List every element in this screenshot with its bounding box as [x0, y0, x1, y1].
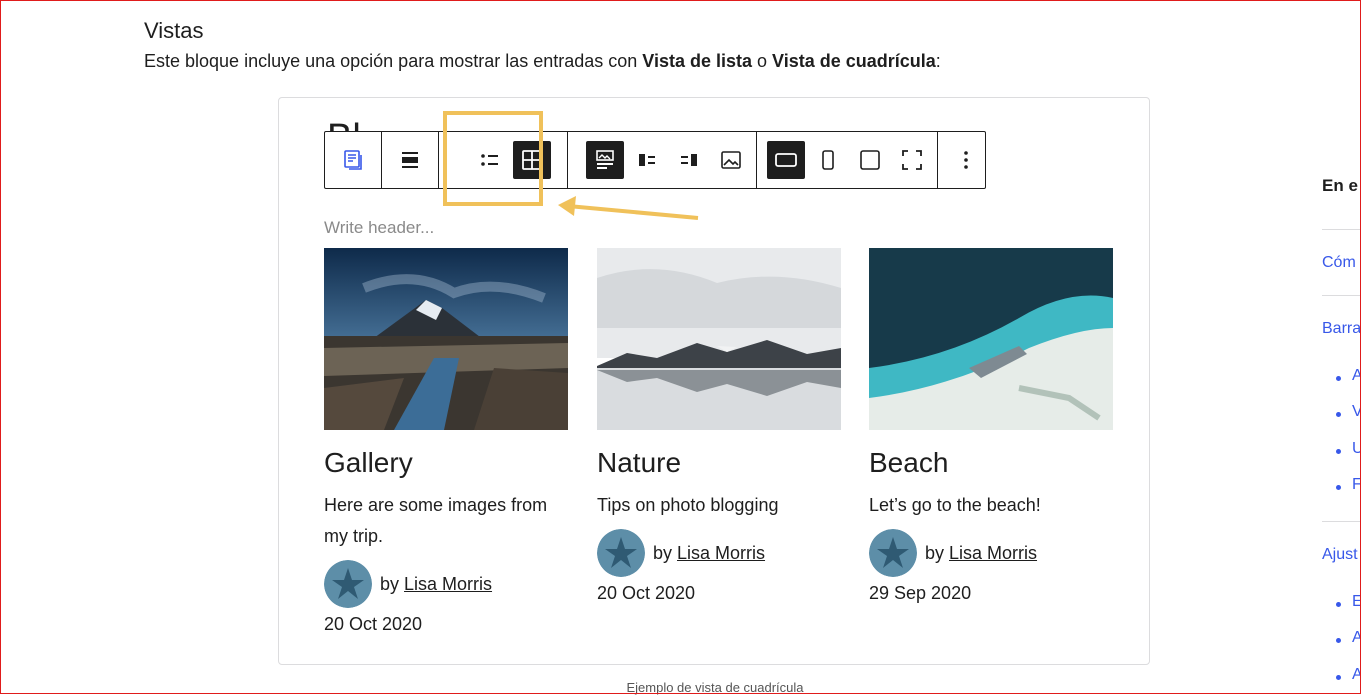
- image-left-icon: [639, 154, 655, 166]
- avatar: [869, 529, 917, 577]
- toolbar-group-aspect: [757, 132, 938, 188]
- block-type-icon: [344, 150, 362, 170]
- author-link[interactable]: Lisa Morris: [404, 574, 492, 595]
- toc-bullet: [1336, 602, 1341, 607]
- align-button[interactable]: [391, 141, 429, 179]
- toc-sub-link[interactable]: A: [1352, 629, 1361, 647]
- toc-link[interactable]: Barra: [1322, 320, 1361, 338]
- author-by: by: [380, 573, 400, 594]
- image-right-button[interactable]: [670, 141, 708, 179]
- align-icon: [402, 152, 418, 168]
- toc-divider: [1322, 521, 1361, 522]
- toolbar-group-image-position: [568, 132, 757, 188]
- toc-sub-link[interactable]: F: [1352, 476, 1361, 494]
- header-placeholder[interactable]: Write header...: [324, 218, 434, 238]
- intro-paragraph: Este bloque incluye una opción para most…: [144, 49, 941, 73]
- media-text-button[interactable]: [586, 141, 624, 179]
- post-card: Beach Let’s go to the beach! by Lisa Mor…: [869, 248, 1113, 604]
- post-card: Gallery Here are some images from my tri…: [324, 248, 568, 635]
- post-thumbnail-beach[interactable]: [869, 248, 1113, 430]
- toc-sub-link[interactable]: E: [1352, 593, 1361, 611]
- toc-sub-link[interactable]: V: [1352, 403, 1361, 421]
- post-author: by Lisa Morris: [597, 529, 841, 577]
- intro-mid: o: [752, 51, 773, 71]
- author-by: by: [925, 542, 945, 563]
- toc-sub-link[interactable]: A: [1352, 666, 1361, 684]
- post-excerpt: Tips on photo blogging: [597, 495, 779, 515]
- square-button[interactable]: [851, 141, 889, 179]
- section-heading: Vistas: [144, 18, 204, 44]
- intro-bold-grid: Vista de cuadrícula: [772, 51, 936, 71]
- toc-bullet: [1336, 675, 1341, 680]
- toc-bullet: [1336, 449, 1341, 454]
- portrait-icon: [822, 150, 834, 170]
- intro-bold-list: Vista de lista: [642, 51, 753, 71]
- block-type-button[interactable]: [334, 141, 372, 179]
- media-text-icon: [596, 150, 614, 169]
- toc-bullet: [1336, 485, 1341, 490]
- portrait-button[interactable]: [809, 141, 847, 179]
- toc-link[interactable]: Cóm: [1322, 254, 1356, 272]
- post-date: 20 Oct 2020: [324, 614, 423, 634]
- toc-sub-link[interactable]: U: [1352, 440, 1361, 458]
- avatar: [324, 560, 372, 608]
- block-toolbar: [324, 131, 986, 189]
- post-title[interactable]: Nature: [597, 446, 841, 480]
- toc-bullet: [1336, 638, 1341, 643]
- fullscreen-icon: [902, 150, 922, 170]
- more-options-button[interactable]: [947, 141, 985, 179]
- fullscreen-button[interactable]: [893, 141, 931, 179]
- intro-suffix: :: [935, 51, 941, 71]
- block-title-partial: Bl: [327, 118, 361, 132]
- toolbar-group-align: [382, 132, 439, 188]
- square-icon: [860, 150, 880, 170]
- toc-divider: [1322, 295, 1361, 296]
- more-options-icon: [964, 151, 968, 169]
- post-title[interactable]: Beach: [869, 446, 1113, 480]
- author-link[interactable]: Lisa Morris: [949, 543, 1037, 564]
- landscape-icon: [775, 153, 797, 167]
- annotation-arrow-icon: [558, 196, 699, 220]
- post-date: 29 Sep 2020: [869, 583, 972, 603]
- avatar: [597, 529, 645, 577]
- toc-link[interactable]: Ajust: [1322, 546, 1358, 564]
- toolbar-group-block: [325, 132, 382, 188]
- toolbar-group-more: [938, 132, 994, 188]
- image-only-button[interactable]: [712, 141, 750, 179]
- post-thumbnail-lake[interactable]: [597, 248, 841, 430]
- post-title[interactable]: Gallery: [324, 446, 568, 480]
- toc-bullet: [1336, 376, 1341, 381]
- landscape-button[interactable]: [767, 141, 805, 179]
- image-left-button[interactable]: [628, 141, 666, 179]
- toc-bullet: [1336, 412, 1341, 417]
- intro-prefix: Este bloque incluye una opción para most…: [144, 51, 643, 71]
- toc-sub-link[interactable]: A: [1352, 367, 1361, 385]
- author-link[interactable]: Lisa Morris: [677, 543, 765, 564]
- post-author: by Lisa Morris: [324, 560, 568, 608]
- image-icon: [721, 151, 741, 169]
- post-excerpt: Let’s go to the beach!: [869, 495, 1041, 515]
- author-by: by: [653, 542, 673, 563]
- highlight-box: [443, 111, 543, 206]
- toc-divider: [1322, 229, 1361, 230]
- post-date: 20 Oct 2020: [597, 583, 696, 603]
- image-right-icon: [681, 154, 697, 166]
- post-card: Nature Tips on photo blogging by Lisa Mo…: [597, 248, 841, 604]
- post-author: by Lisa Morris: [869, 529, 1113, 577]
- post-thumbnail-mountain[interactable]: [324, 248, 568, 430]
- toc-title: En e: [1322, 176, 1358, 195]
- post-excerpt: Here are some images from my trip.: [324, 495, 548, 546]
- figure-caption: Ejemplo de vista de cuadrícula: [626, 680, 804, 695]
